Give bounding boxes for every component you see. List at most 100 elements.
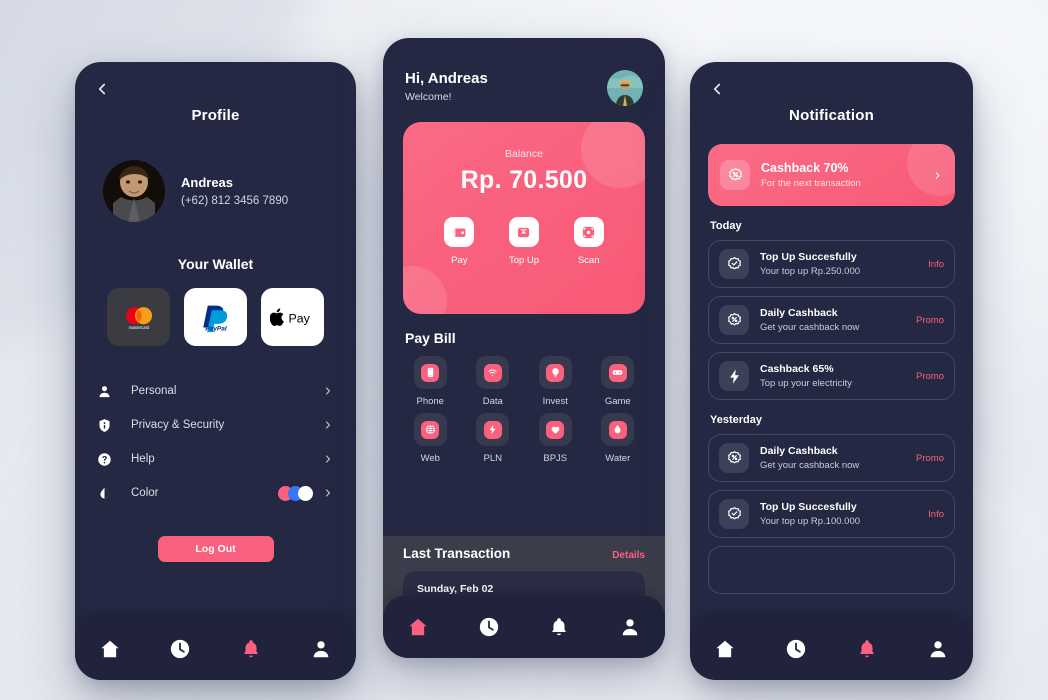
bill-item-bpjs[interactable]: BPJS [524,413,587,464]
pay-bill-title: Pay Bill [405,330,456,346]
nav-home-icon[interactable] [714,638,736,660]
notification-title: Daily Cashback [760,445,838,457]
svg-text:PayPal: PayPal [205,325,227,332]
home-screen: Hi, Andreas Welcome! Balance Rp. 70.500 … [383,38,665,658]
avatar[interactable] [607,70,643,106]
bill-item-invest[interactable]: Invest [524,356,587,407]
svg-text:Pay: Pay [288,311,310,325]
nav-home-icon[interactable] [407,616,429,638]
notification-subtitle: Get your cashback now [760,322,860,333]
notification-item[interactable]: Top Up Succesfully Your top up Rp.250.00… [708,240,955,288]
question-circle-icon [97,452,119,467]
greeting-text: Hi, Andreas [405,70,488,87]
notification-item[interactable]: Daily Cashback Get your cashback now Pro… [708,434,955,482]
menu-item-help[interactable]: Help [97,442,334,476]
nav-home-icon[interactable] [99,638,121,660]
nav-bell-icon[interactable] [548,616,570,638]
svg-text:mastercard: mastercard [128,325,149,330]
bill-item-pln[interactable]: PLN [462,413,525,464]
action-scan[interactable]: Scan [573,217,604,266]
notification-subtitle: Your top up Rp.100.000 [760,516,861,527]
notification-tag[interactable]: Info [928,509,944,520]
bill-item-data[interactable]: Data [462,356,525,407]
nav-clock-icon[interactable] [478,616,500,638]
nav-person-icon[interactable] [619,616,641,638]
nav-clock-icon[interactable] [785,638,807,660]
bill-item-label: Web [420,453,440,464]
home-header: Hi, Andreas Welcome! [383,38,665,106]
details-link[interactable]: Details [612,550,645,561]
wifi-icon [483,363,502,382]
nav-person-icon[interactable] [310,638,332,660]
lightbulb-icon [546,363,565,382]
bill-item-label: BPJS [543,453,568,464]
day-label-yesterday: Yesterday [710,414,762,426]
wallet-card-paypal[interactable]: PayPal [184,288,247,346]
logout-button[interactable]: Log Out [157,536,274,562]
notification-item[interactable]: Daily Cashback Get your cashback now Pro… [708,296,955,344]
chevron-right-icon [322,385,334,397]
bottom-nav [75,618,356,680]
profile-menu: Personal Privacy & Security Help Color [75,374,356,510]
wallet-card-applepay[interactable]: Pay [261,288,324,346]
nav-bell-icon[interactable] [856,638,878,660]
bill-item-label: PLN [483,453,502,464]
back-button[interactable] [93,80,111,98]
nav-clock-icon[interactable] [169,638,191,660]
nav-person-icon[interactable] [927,638,949,660]
heart-icon [546,420,565,439]
chevron-right-icon[interactable] [932,170,943,181]
day-label-today: Today [710,220,742,232]
menu-item-color[interactable]: Color [97,476,334,510]
bottom-nav [383,596,665,658]
action-pay[interactable]: Pay [444,217,475,266]
bill-item-label: Game [604,396,631,407]
profile-user-row: Andreas (+62) 812 3456 7890 [75,124,356,222]
wallet-section-title: Your Wallet [177,256,254,272]
swatch-white[interactable] [298,485,313,501]
menu-item-label: Privacy & Security [131,419,225,431]
action-label: Top Up [508,255,540,266]
page-title: Profile [191,107,240,124]
pay-bill-grid: Phone Data Invest Game Web PLN BPJS Wate… [383,346,665,464]
chevron-right-icon [322,487,334,499]
wallet-card-mastercard[interactable]: mastercard [107,288,170,346]
menu-item-personal[interactable]: Personal [97,374,334,408]
bottom-nav [690,618,973,680]
percent-badge-icon [720,160,750,190]
bill-item-game[interactable]: Game [587,356,650,407]
menu-item-privacy-security[interactable]: Privacy & Security [97,408,334,442]
notification-tag[interactable]: Promo [916,453,944,464]
menu-item-label: Color [131,487,159,499]
phone-icon [421,363,440,382]
nav-bell-icon[interactable] [240,638,262,660]
notification-tag[interactable]: Promo [916,315,944,326]
check-badge-icon [719,249,749,279]
profile-phone: (+62) 812 3456 7890 [181,195,289,207]
bill-item-phone[interactable]: Phone [399,356,462,407]
notification-item[interactable]: Cashback 65% Top up your electricity Pro… [708,352,955,400]
contrast-drop-icon [97,486,119,501]
notification-subtitle: Your top up Rp.250.000 [760,266,861,277]
percent-badge-icon [719,443,749,473]
action-topup[interactable]: Top Up [509,217,539,266]
notification-item-partial[interactable] [708,546,955,594]
notification-subtitle: Get your cashback now [760,460,860,471]
chevron-right-icon [322,453,334,465]
menu-item-label: Help [131,453,155,465]
transaction-date: Sunday, Feb 02 [417,583,494,595]
bill-item-water[interactable]: Water [587,413,650,464]
back-button[interactable] [708,80,726,98]
notification-title: Top Up Succesfully [760,501,857,513]
bill-item-web[interactable]: Web [399,413,462,464]
color-swatches[interactable] [278,485,313,501]
cashback-banner[interactable]: Cashback 70% For the next transaction [708,144,955,206]
bill-item-label: Invest [542,396,568,407]
globe-icon [421,420,440,439]
percent-badge-icon [719,305,749,335]
notification-item[interactable]: Top Up Succesfully Your top up Rp.100.00… [708,490,955,538]
notification-tag[interactable]: Info [928,259,944,270]
notification-tag[interactable]: Promo [916,371,944,382]
gamepad-icon [608,363,627,382]
shield-info-icon [97,418,119,433]
